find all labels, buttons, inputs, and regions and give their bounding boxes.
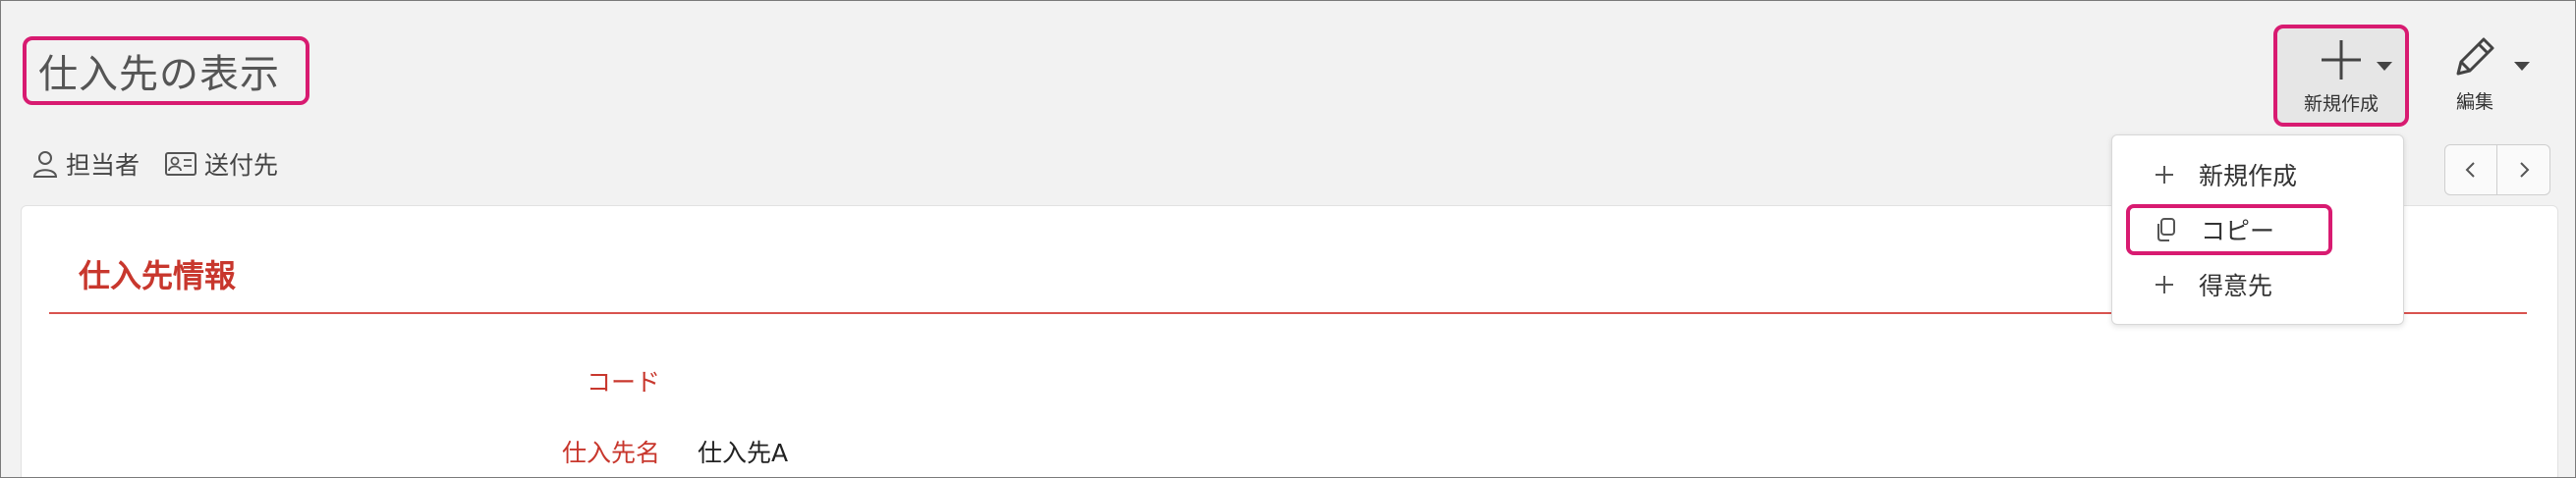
plus-icon bbox=[2156, 276, 2173, 293]
menu-item-label: コピー bbox=[2201, 217, 2275, 245]
new-dropdown-menu: 新規作成 コピー 得意先 bbox=[2111, 134, 2404, 325]
menu-item-customer[interactable]: 得意先 bbox=[2154, 267, 2272, 302]
subnav-item-label: 担当者 bbox=[66, 151, 140, 180]
new-button-label: 新規作成 bbox=[2303, 93, 2379, 115]
pencil-icon bbox=[2456, 37, 2494, 76]
page-title-highlight: 仕入先の表示 bbox=[23, 36, 309, 105]
edit-button[interactable]: 編集 bbox=[2426, 25, 2524, 127]
subnav-item-label: 送付先 bbox=[204, 151, 279, 180]
menu-item-copy[interactable]: コピー bbox=[2154, 212, 2274, 247]
subnav-item-contact-person[interactable]: 担当者 bbox=[32, 146, 140, 182]
edit-button-label: 編集 bbox=[2455, 91, 2493, 113]
chevron-left-icon bbox=[2465, 162, 2475, 178]
subnav-item-shipping-address[interactable]: 送付先 bbox=[165, 146, 278, 182]
edit-dropdown-caret-icon[interactable] bbox=[2514, 62, 2530, 71]
menu-item-new[interactable]: 新規作成 bbox=[2154, 157, 2297, 192]
person-icon bbox=[32, 151, 58, 178]
contact-card-icon bbox=[165, 152, 197, 176]
menu-item-label: 得意先 bbox=[2199, 272, 2273, 300]
chevron-right-icon bbox=[2519, 162, 2529, 178]
field-label-code: コード bbox=[586, 368, 660, 397]
menu-item-label: 新規作成 bbox=[2199, 162, 2298, 190]
page-title: 仕入先の表示 bbox=[38, 52, 280, 97]
plus-icon bbox=[2322, 40, 2361, 80]
new-dropdown-caret-icon[interactable] bbox=[2377, 62, 2392, 71]
record-pager bbox=[2444, 144, 2550, 195]
previous-record-button[interactable] bbox=[2444, 144, 2497, 195]
copy-icon bbox=[2157, 218, 2175, 241]
field-label-supplier-name: 仕入先名 bbox=[561, 439, 660, 467]
sub-navigation: 担当者 送付先 bbox=[32, 146, 278, 182]
next-record-button[interactable] bbox=[2497, 144, 2550, 195]
field-value-supplier-name: 仕入先A bbox=[698, 439, 789, 467]
new-button[interactable]: 新規作成 bbox=[2273, 25, 2409, 127]
plus-icon bbox=[2156, 166, 2173, 184]
section-title: 仕入先情報 bbox=[79, 257, 237, 294]
app-window: 仕入先の表示 担当者 送付先 新規作成 編集 仕入先情報 コード 仕入先名 仕入… bbox=[0, 0, 2576, 478]
